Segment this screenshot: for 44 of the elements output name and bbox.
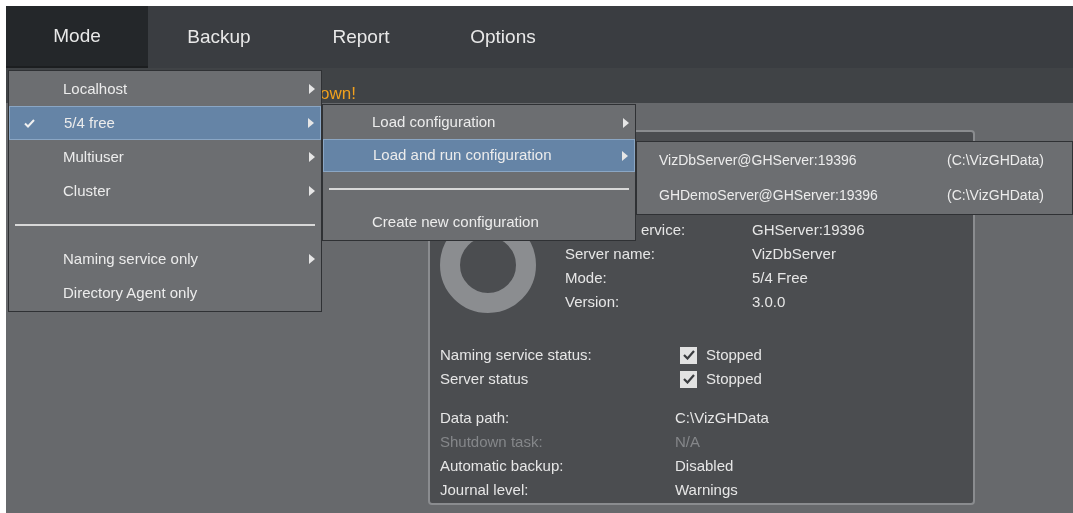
menu-item[interactable]: Create new configuration [323,206,635,239]
detail-label: Shutdown task: [440,432,544,452]
detail-value: N/A [675,432,701,452]
menu-item[interactable]: Localhost [9,72,321,106]
status-label: Naming service status: [440,345,593,365]
status-checkbox[interactable] [680,346,697,364]
submenu-arrow-icon [309,152,315,162]
info-value: VizDbServer [752,244,837,264]
menu-item[interactable]: VizDbServer@GHServer:19396 (C:\VizGHData) [637,143,1072,178]
status-checkbox[interactable] [680,370,697,388]
submenu-arrow-icon [309,186,315,196]
checkmark-icon [682,374,695,384]
menu-item[interactable]: GHDemoServer@GHServer:19396 (C:\VizGHData) [637,178,1072,213]
info-value: GHServer:19396 [752,220,865,240]
info-label: Server name: [565,244,657,264]
status-label: Server status [440,369,530,389]
detail-value: Disabled [675,456,735,476]
info-value: 3.0.0 [752,292,787,312]
menu-item[interactable]: Naming service only [9,242,321,276]
menu-item[interactable]: 5/4 free [9,106,321,140]
detail-value: Warnings [675,480,739,500]
menu-item[interactable]: Cluster [9,174,321,208]
detail-value: C:\VizGHData [675,408,770,428]
menu-item[interactable]: Load and run configuration [323,139,635,172]
menu-bar-item[interactable]: Mode [6,6,148,68]
submenu-arrow-icon [309,254,315,264]
info-label: Version: [565,292,621,312]
submenu-arrow-icon [309,84,315,94]
checkmark-icon [24,118,35,128]
submenu-arrow-icon [308,118,314,128]
info-label: ervice: [640,220,687,240]
submenu-arrow-icon [622,150,628,161]
info-value: 5/4 Free [752,268,809,288]
menu-item[interactable]: Directory Agent only [9,276,321,310]
menu-item[interactable]: Load configuration [323,106,635,139]
status-value: Stopped [706,345,762,365]
info-label: Mode: [565,268,608,288]
status-value: Stopped [706,369,762,389]
detail-label: Journal level: [440,480,530,500]
detail-label: Automatic backup: [440,456,565,476]
menu-item[interactable]: Multiuser [9,140,321,174]
submenu-arrow-icon [623,117,629,128]
detail-label: Data path: [440,408,511,428]
checkmark-icon [682,350,695,360]
